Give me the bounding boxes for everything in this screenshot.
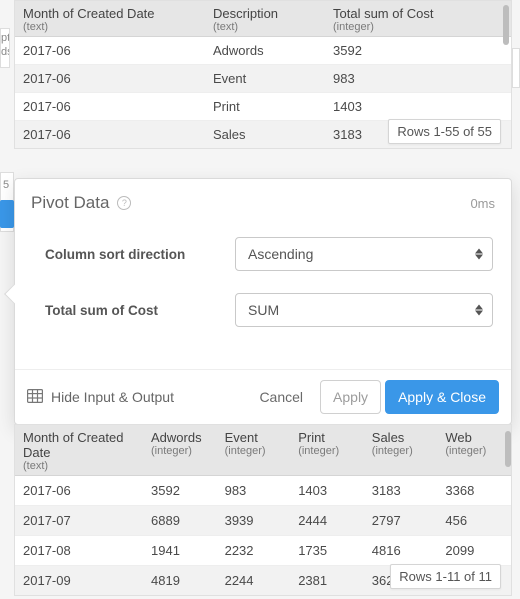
cell: 983 [217, 476, 291, 506]
col-label: Adwords [151, 430, 202, 445]
apply-button[interactable]: Apply [320, 380, 381, 414]
column-header[interactable]: Sales (integer) [364, 425, 438, 476]
col-type: (text) [23, 460, 137, 472]
column-header[interactable]: Adwords (integer) [143, 425, 217, 476]
cell: Adwords [205, 37, 325, 65]
cell: 2017-06 [15, 476, 143, 506]
modal-title: Pivot Data [31, 193, 109, 213]
table-row[interactable]: 2017-06 Event 983 [15, 65, 511, 93]
cell: Sales [205, 121, 325, 149]
cell: 2381 [290, 566, 364, 596]
cell: 456 [437, 506, 511, 536]
table-row[interactable]: 2017-08 1941 2232 1735 4816 2099 [15, 536, 511, 566]
bg-selected-pill [0, 200, 14, 228]
bg-cutoff-right [512, 48, 520, 88]
chevron-updown-icon [474, 249, 484, 260]
col-label: Web [445, 430, 472, 445]
sort-direction-select[interactable]: Ascending [235, 237, 493, 271]
bg-text: ds [1, 46, 10, 58]
cell: 4819 [143, 566, 217, 596]
col-label: Print [298, 430, 325, 445]
bg-cutoff-left: ptic ds [0, 28, 10, 68]
cell: 2232 [217, 536, 291, 566]
cell: 2444 [290, 506, 364, 536]
aggregate-label: Total sum of Cost [45, 303, 235, 318]
row-counter: Rows 1-55 of 55 [388, 119, 501, 144]
col-label: Month of Created Date [23, 6, 155, 21]
cell: 2017-07 [15, 506, 143, 536]
table-row[interactable]: 2017-06 Adwords 3592 [15, 37, 511, 65]
cell: 1403 [290, 476, 364, 506]
select-value: Ascending [248, 246, 313, 262]
cell: 1403 [325, 93, 511, 121]
cell: 2017-06 [15, 121, 205, 149]
pivot-modal: Pivot Data ? 0ms Column sort direction A… [14, 178, 512, 425]
cell: 983 [325, 65, 511, 93]
scrollbar-thumb[interactable] [505, 431, 511, 467]
col-label: Event [225, 430, 258, 445]
scrollbar-thumb[interactable] [503, 5, 509, 45]
col-type: (integer) [333, 21, 503, 33]
execution-time: 0ms [470, 196, 495, 211]
cell: Event [205, 65, 325, 93]
col-type: (text) [23, 21, 197, 33]
cell: 3368 [437, 476, 511, 506]
chevron-updown-icon [474, 305, 484, 316]
col-type: (integer) [298, 445, 358, 457]
select-value: SUM [248, 302, 279, 318]
cell: 3592 [325, 37, 511, 65]
col-label: Total sum of Cost [333, 6, 433, 21]
cell: 6889 [143, 506, 217, 536]
cell: 3592 [143, 476, 217, 506]
column-header[interactable]: Total sum of Cost (integer) [325, 1, 511, 37]
cell: 3183 [364, 476, 438, 506]
cell: 4816 [364, 536, 438, 566]
column-header[interactable]: Description (text) [205, 1, 325, 37]
col-type: (integer) [225, 445, 285, 457]
bg-text: ptic [1, 32, 10, 44]
table-row[interactable]: 2017-06 Print 1403 [15, 93, 511, 121]
column-header[interactable]: Month of Created Date (text) [15, 425, 143, 476]
table-row[interactable]: 2017-06 3592 983 1403 3183 3368 [15, 476, 511, 506]
cell: 2017-06 [15, 93, 205, 121]
cancel-button[interactable]: Cancel [246, 380, 316, 414]
modal-header: Pivot Data ? 0ms [15, 179, 511, 223]
cell: 2017-06 [15, 65, 205, 93]
cell: Print [205, 93, 325, 121]
input-table: Month of Created Date (text) Description… [14, 0, 512, 149]
cell: 2017-08 [15, 536, 143, 566]
column-header[interactable]: Print (integer) [290, 425, 364, 476]
row-counter: Rows 1-11 of 11 [390, 564, 501, 589]
cell: 2017-06 [15, 37, 205, 65]
col-type: (text) [213, 21, 317, 33]
col-label: Sales [372, 430, 405, 445]
hide-io-toggle[interactable]: Hide Input & Output [27, 389, 174, 406]
cell: 2244 [217, 566, 291, 596]
col-label: Description [213, 6, 278, 21]
grid-icon [27, 389, 43, 406]
aggregate-select[interactable]: SUM [235, 293, 493, 327]
table-row[interactable]: 2017-07 6889 3939 2444 2797 456 [15, 506, 511, 536]
column-header[interactable]: Event (integer) [217, 425, 291, 476]
sort-direction-label: Column sort direction [45, 247, 235, 262]
col-label: Month of Created Date [23, 430, 123, 460]
cell: 1735 [290, 536, 364, 566]
cell: 2017-09 [15, 566, 143, 596]
cell: 3939 [217, 506, 291, 536]
column-header[interactable]: Web (integer) [437, 425, 511, 476]
cell: 2797 [364, 506, 438, 536]
col-type: (integer) [445, 445, 505, 457]
help-icon[interactable]: ? [117, 196, 131, 210]
apply-close-button[interactable]: Apply & Close [385, 380, 499, 414]
cell: 1941 [143, 536, 217, 566]
hide-io-label: Hide Input & Output [51, 389, 174, 405]
bg-text: 5 [3, 179, 9, 191]
column-header[interactable]: Month of Created Date (text) [15, 1, 205, 37]
col-type: (integer) [151, 445, 211, 457]
output-table: Month of Created Date (text) Adwords (in… [14, 424, 512, 596]
cell: 2099 [437, 536, 511, 566]
col-type: (integer) [372, 445, 432, 457]
